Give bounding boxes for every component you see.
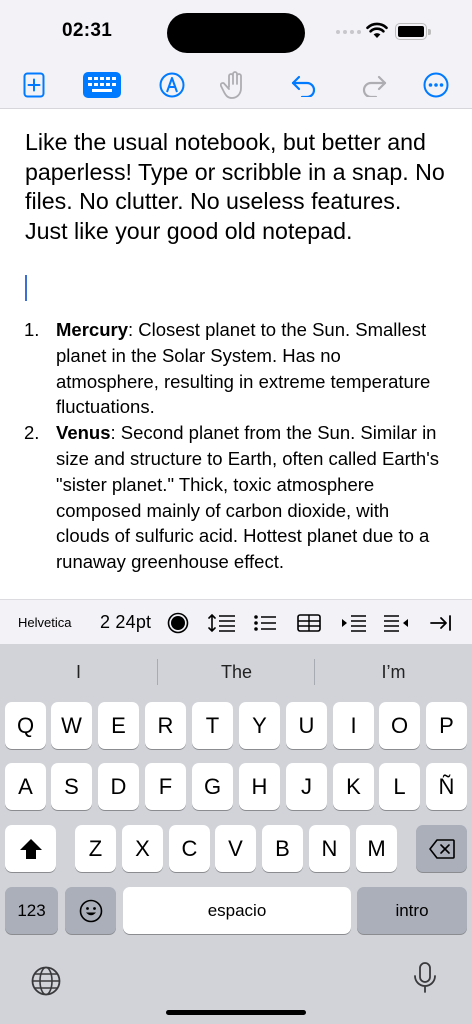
key-r[interactable]: R: [145, 702, 186, 749]
list-item-term: Mercury: [56, 319, 128, 340]
list-item-number: 1.: [24, 319, 40, 340]
globe-icon[interactable]: [30, 965, 62, 997]
emoji-key[interactable]: [65, 887, 116, 934]
key-enye[interactable]: Ñ: [426, 763, 467, 810]
key-m[interactable]: M: [356, 825, 397, 872]
keyboard: I The I’m Q W E R T Y U I O P A S D F G …: [0, 644, 472, 1024]
key-t[interactable]: T: [192, 702, 233, 749]
key-l[interactable]: L: [379, 763, 420, 810]
key-c[interactable]: C: [169, 825, 210, 872]
emoji-icon: [79, 899, 102, 922]
delete-icon: [428, 838, 455, 859]
delete-key[interactable]: [416, 825, 467, 872]
tab-key-icon[interactable]: [428, 600, 454, 645]
key-j[interactable]: J: [286, 763, 327, 810]
key-s[interactable]: S: [51, 763, 92, 810]
key-b[interactable]: B: [262, 825, 303, 872]
more-icon[interactable]: [418, 67, 454, 103]
numbers-key[interactable]: 123: [5, 887, 58, 934]
suggestion-3[interactable]: I’m: [315, 644, 472, 700]
keyboard-icon[interactable]: [82, 67, 122, 103]
key-w[interactable]: W: [51, 702, 92, 749]
key-f[interactable]: F: [145, 763, 186, 810]
return-key[interactable]: intro: [357, 887, 467, 934]
font-picker[interactable]: Helvetica: [18, 600, 71, 645]
text-color-icon[interactable]: [166, 600, 190, 645]
key-g[interactable]: G: [192, 763, 233, 810]
planet-list: 1. Mercury: Closest planet to the Sun. S…: [24, 317, 444, 575]
add-page-icon[interactable]: [16, 67, 52, 103]
undo-icon[interactable]: [286, 67, 322, 103]
key-y[interactable]: Y: [239, 702, 280, 749]
cellular-signal-icon: [336, 30, 361, 34]
key-v[interactable]: V: [215, 825, 256, 872]
key-k[interactable]: K: [333, 763, 374, 810]
text-cursor: [25, 275, 27, 301]
indent-icon[interactable]: [340, 600, 368, 645]
status-time: 02:31: [62, 20, 113, 41]
key-q[interactable]: Q: [5, 702, 46, 749]
intro-paragraph: Like the usual notebook, but better and …: [25, 129, 445, 244]
list-item-number: 2.: [24, 422, 40, 444]
toolbar: [0, 62, 472, 109]
hand-icon[interactable]: [216, 67, 252, 103]
space-key[interactable]: espacio: [123, 887, 351, 934]
redo-icon[interactable]: [356, 67, 392, 103]
key-u[interactable]: U: [286, 702, 327, 749]
key-h[interactable]: H: [239, 763, 280, 810]
list-item-text: : Second planet from the Sun. Similar in…: [56, 422, 439, 573]
suggestion-2[interactable]: The: [158, 644, 315, 700]
key-e[interactable]: E: [98, 702, 139, 749]
key-d[interactable]: D: [98, 763, 139, 810]
list-item: 1. Mercury: Closest planet to the Sun. S…: [24, 317, 444, 420]
line-spacing-icon[interactable]: [207, 600, 237, 645]
shift-key[interactable]: [5, 825, 56, 872]
key-z[interactable]: Z: [75, 825, 116, 872]
wifi-icon: [366, 22, 388, 38]
battery-icon: [395, 23, 431, 40]
suggestion-1[interactable]: I: [0, 644, 157, 700]
shift-icon: [19, 838, 42, 859]
dynamic-island: [167, 13, 305, 53]
list-item: 2. Venus: Second planet from the Sun. Si…: [24, 420, 444, 575]
microphone-icon[interactable]: [412, 961, 438, 995]
list-item-term: Venus: [56, 422, 111, 444]
bullet-list-icon[interactable]: [252, 600, 278, 645]
font-size-picker[interactable]: 2 24pt: [100, 600, 151, 645]
key-i[interactable]: I: [333, 702, 374, 749]
key-p[interactable]: P: [426, 702, 467, 749]
table-icon[interactable]: [296, 600, 322, 645]
pen-markup-icon[interactable]: [154, 67, 190, 103]
status-bar: 02:31: [0, 0, 472, 62]
document-editor[interactable]: Like the usual notebook, but better and …: [0, 109, 472, 599]
key-a[interactable]: A: [5, 763, 46, 810]
home-indicator[interactable]: [166, 1010, 306, 1015]
key-n[interactable]: N: [309, 825, 350, 872]
format-bar: Helvetica 2 24pt: [0, 599, 472, 645]
outdent-icon[interactable]: [382, 600, 410, 645]
key-x[interactable]: X: [122, 825, 163, 872]
key-o[interactable]: O: [379, 702, 420, 749]
